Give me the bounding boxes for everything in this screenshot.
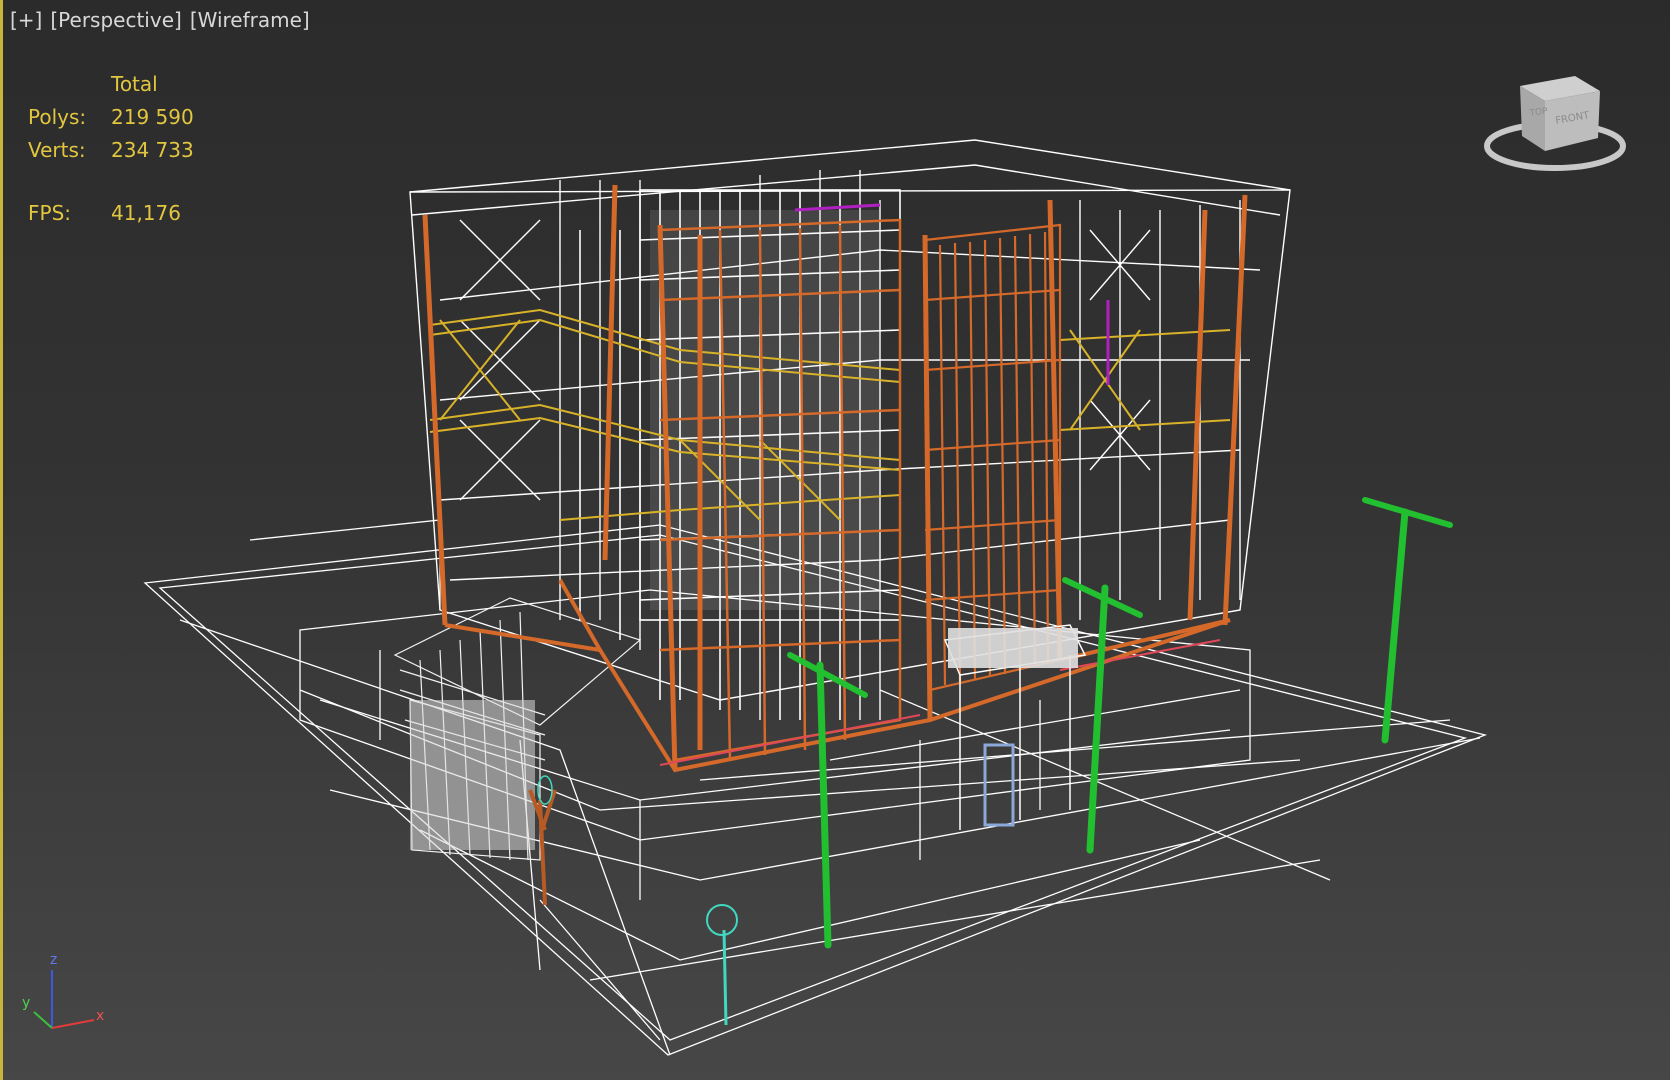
y-axis-label: y <box>22 995 30 1011</box>
canopy-solid-panel <box>410 700 535 850</box>
door-canopy <box>948 628 1078 668</box>
x-axis <box>51 1019 95 1029</box>
teal-lamp <box>706 904 738 1026</box>
viewcube-box[interactable]: TOP FRONT <box>1520 76 1600 151</box>
x-axis-label: x <box>96 1008 104 1024</box>
axis-tripod: z y x <box>22 952 104 1029</box>
y-axis <box>33 1011 53 1029</box>
wireframe-building-model[interactable] <box>0 0 1670 1080</box>
perspective-viewport[interactable]: [+] [Perspective] [Wireframe] Total Poly… <box>0 0 1670 1080</box>
core-density-fill <box>650 210 880 610</box>
viewcube[interactable]: TOP FRONT <box>1480 66 1630 186</box>
stair-tower-orange <box>923 223 1062 692</box>
z-axis-label: z <box>50 952 57 968</box>
